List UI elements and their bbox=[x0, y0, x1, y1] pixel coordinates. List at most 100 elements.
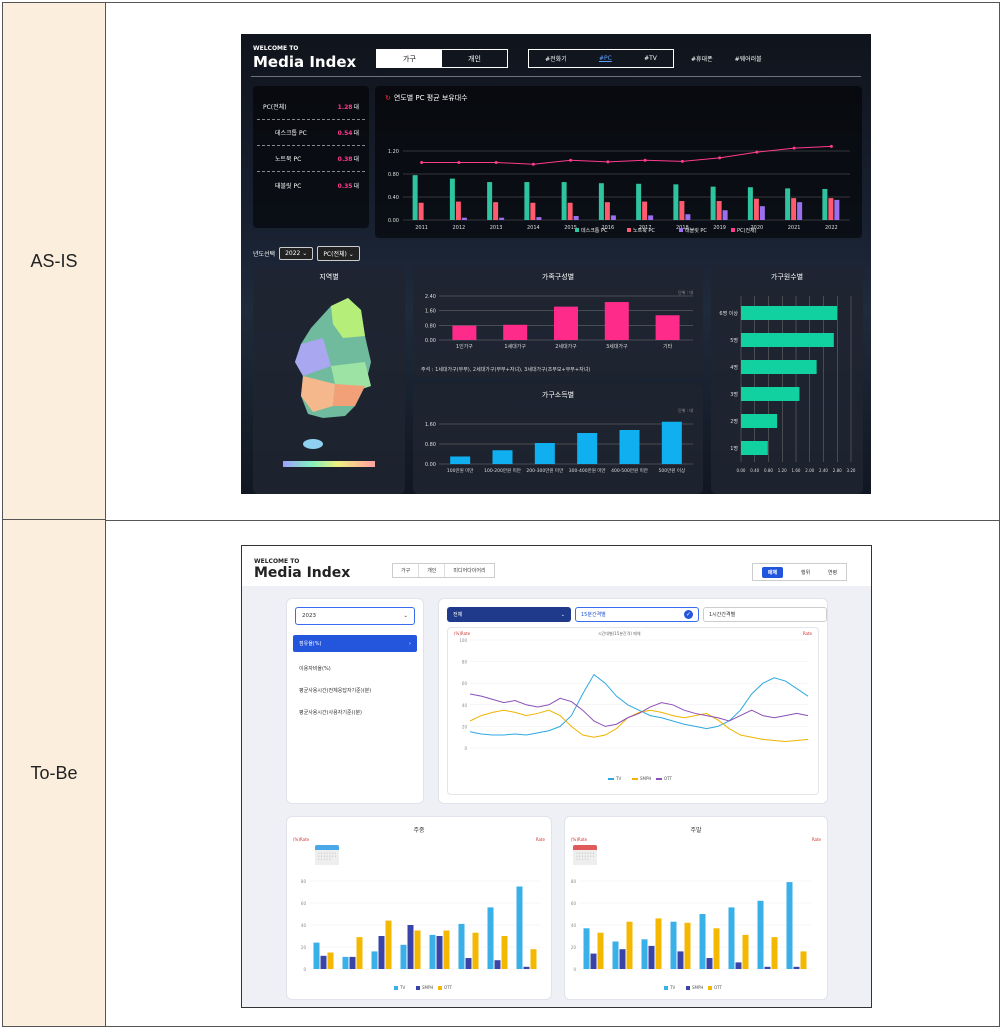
bar bbox=[501, 936, 508, 969]
weekend-chart-svg: 0 20 40 60 80 TV SMPH OTT bbox=[571, 879, 811, 990]
bar bbox=[449, 178, 455, 220]
filter-all-select[interactable]: 전체 ⌄ bbox=[447, 607, 571, 622]
y-tick-label: 100 bbox=[459, 638, 467, 643]
bar bbox=[741, 306, 838, 320]
x-tick-label: 2013 bbox=[490, 225, 503, 231]
bar bbox=[487, 907, 494, 969]
x-tick-label: 기타 bbox=[663, 343, 673, 350]
y-tick-label: 5명 bbox=[730, 337, 738, 344]
total-point bbox=[606, 160, 610, 164]
x-tick-label: 1인가구 bbox=[456, 343, 473, 350]
x-tick-label: 3세대가구 bbox=[606, 343, 628, 350]
income-panel: 가구소득별 단위 : 대 0.00 0.80 1.60 100만원 미만 100-200… bbox=[413, 384, 703, 494]
bar bbox=[753, 198, 759, 220]
bar bbox=[742, 934, 749, 969]
bar bbox=[759, 206, 765, 220]
family-note: 주석 : 1세대가구(부부), 2세대가구(부부+자녀), 3세대가구(조부모+… bbox=[421, 367, 591, 373]
x-tick-label: 0.00 bbox=[737, 468, 746, 473]
bar bbox=[786, 882, 793, 969]
bar bbox=[577, 433, 598, 464]
bar bbox=[604, 302, 629, 340]
menu-avg-time-all[interactable]: 평균사용시간(전체응답자기준)(분) bbox=[299, 687, 371, 694]
pc-type-select[interactable]: PC(전체) ⌄ bbox=[317, 246, 360, 261]
line-chart-box: (%)Rate 시간대별(15분간격) 매체 Rate 0 20 40 60 80 100… bbox=[447, 627, 819, 795]
x-tick-label: 200-300만원 미만 bbox=[526, 467, 563, 474]
device-tags: #전화기 #PC #TV bbox=[528, 49, 674, 68]
x-tick-label: 1.20 bbox=[778, 468, 787, 473]
bar bbox=[530, 949, 537, 969]
y-tick-label: 1.60 bbox=[425, 309, 436, 315]
menu-user-ratio[interactable]: 이용자비율(%) bbox=[299, 665, 331, 672]
bar bbox=[642, 201, 648, 220]
bar bbox=[443, 930, 450, 969]
menu-share[interactable]: 점유율(%) › bbox=[293, 635, 417, 652]
legend-label: OTT bbox=[664, 776, 673, 781]
legend-label: SMPH bbox=[422, 985, 433, 990]
bar bbox=[407, 925, 414, 969]
series-line bbox=[469, 709, 809, 743]
bar bbox=[458, 923, 465, 969]
bar bbox=[494, 960, 501, 969]
filter-card: 2023 ⌄ 점유율(%) › 이용자비율(%) 평균사용시간(전체응답자기준)(분… bbox=[286, 598, 424, 804]
y-tick-label: 80 bbox=[571, 879, 577, 884]
y-tick-label: 0 bbox=[573, 967, 576, 972]
tab-age[interactable]: 연령 bbox=[828, 569, 837, 576]
legend-label: OTT bbox=[444, 985, 453, 990]
family-panel: 가족구성별 단위 : 대 0.00 0.80 1.60 2.40 1인가구 1세대가구 2세… bbox=[413, 266, 703, 378]
bar bbox=[597, 932, 604, 969]
year-select[interactable]: 2022 ⌄ bbox=[279, 247, 314, 260]
chevron-down-icon: ⌄ bbox=[403, 613, 408, 619]
bar bbox=[492, 450, 513, 464]
interval-15-select[interactable]: 15분간격별 ✓ bbox=[575, 607, 699, 622]
x-tick-label: 100-200만원 미만 bbox=[484, 467, 521, 474]
logo-media-index: Media Index bbox=[253, 53, 357, 71]
view-tabs: 매체 행위 연령 bbox=[752, 563, 847, 581]
tag-wearable[interactable]: #웨어러블 bbox=[735, 54, 762, 63]
x-tick-label: 2세대가구 bbox=[555, 343, 577, 350]
bar bbox=[450, 456, 471, 464]
bar bbox=[685, 214, 691, 220]
members-panel: 가구원수별 0.00 0.40 0.80 1.20 1.60 2.00 2.40 2.80 3.… bbox=[711, 266, 863, 494]
bar bbox=[412, 175, 418, 220]
interval-60-select[interactable]: 1시간간격별 bbox=[703, 607, 827, 622]
tab-activity[interactable]: 행위 bbox=[801, 569, 810, 576]
legend-label: TV bbox=[399, 985, 405, 990]
tab-person[interactable]: 개인 bbox=[442, 50, 507, 67]
tab-media[interactable]: 매체 bbox=[761, 566, 784, 578]
bar bbox=[313, 942, 320, 969]
bar bbox=[716, 201, 722, 220]
tag-mobile[interactable]: #휴대폰 bbox=[691, 54, 713, 63]
tag-pc[interactable]: #PC bbox=[599, 55, 612, 62]
total-point bbox=[457, 161, 461, 164]
y-tick-label: 0.00 bbox=[388, 218, 399, 224]
tag-tv[interactable]: #TV bbox=[644, 55, 657, 62]
legend-label: 노트북 PC bbox=[633, 228, 655, 234]
household-person-toggle[interactable]: 가구 개인 bbox=[376, 49, 508, 68]
bar bbox=[764, 966, 771, 969]
menu-avg-time-user[interactable]: 평균사용시간(사용자기준)(분) bbox=[299, 709, 362, 716]
bar bbox=[524, 182, 530, 220]
line-chart-svg: 0 20 40 60 80 100 TV SMPH OTT bbox=[459, 638, 809, 781]
y-tick-label: 20 bbox=[462, 724, 468, 729]
x-tick-label: 0.80 bbox=[764, 468, 773, 473]
y-tick-label: 80 bbox=[301, 879, 307, 884]
y-tick-label: 0 bbox=[303, 967, 306, 972]
tag-phone[interactable]: #전화기 bbox=[545, 54, 567, 63]
tab-household[interactable]: 가구 bbox=[377, 50, 442, 67]
y-tick-label: 80 bbox=[462, 660, 468, 665]
bar bbox=[679, 201, 685, 220]
year-select[interactable]: 2023 ⌄ bbox=[295, 607, 415, 625]
bar bbox=[713, 928, 720, 969]
tab-person[interactable]: 개인 bbox=[419, 564, 446, 577]
bar bbox=[636, 183, 642, 220]
bar bbox=[684, 922, 691, 969]
x-tick-label: 100만원 미만 bbox=[447, 467, 474, 474]
bar bbox=[619, 949, 626, 969]
total-point bbox=[420, 161, 424, 164]
tab-household[interactable]: 가구 bbox=[393, 564, 420, 577]
tab-media-diary[interactable]: 미디어다이어리 bbox=[445, 564, 493, 577]
korea-map[interactable] bbox=[253, 266, 405, 494]
bar bbox=[400, 944, 407, 969]
bar bbox=[741, 387, 800, 401]
legend-swatch bbox=[708, 986, 712, 990]
